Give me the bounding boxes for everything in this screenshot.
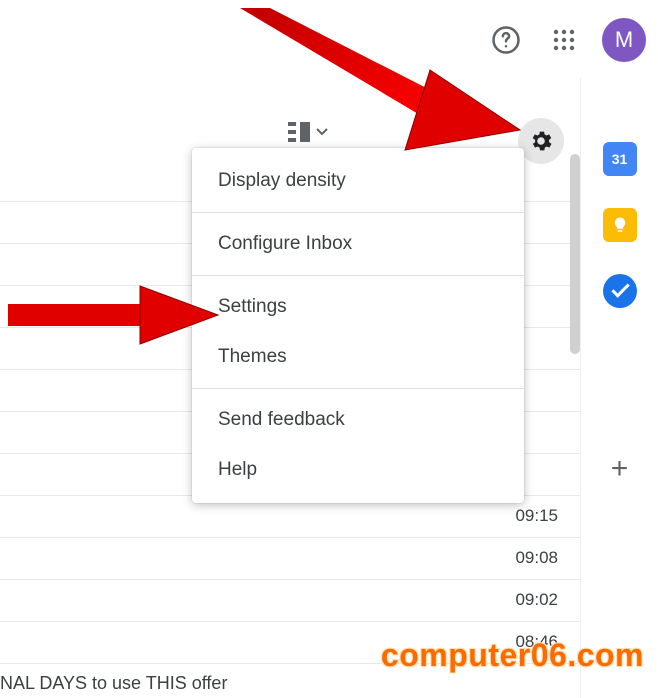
menu-item-send-feedback[interactable]: Send feedback [192, 395, 524, 445]
apps-grid-icon[interactable] [544, 20, 584, 60]
avatar-initial: M [615, 27, 633, 53]
tasks-icon[interactable] [603, 274, 637, 308]
menu-divider [192, 275, 524, 276]
side-panel: 31 + [580, 78, 658, 698]
scrollbar[interactable] [570, 154, 580, 354]
menu-item-display-density[interactable]: Display density [192, 156, 524, 206]
mail-time: 09:15 [515, 506, 558, 526]
calendar-icon[interactable]: 31 [603, 142, 637, 176]
mail-row[interactable]: 09:02 [0, 580, 580, 622]
settings-dropdown-menu: Display density Configure Inbox Settings… [192, 148, 524, 503]
app-header: M [0, 0, 658, 78]
add-panel-icon[interactable]: + [603, 452, 637, 486]
account-avatar[interactable]: M [602, 18, 646, 62]
help-icon[interactable] [486, 20, 526, 60]
menu-item-themes[interactable]: Themes [192, 332, 524, 382]
split-pane-toggle[interactable] [288, 122, 328, 142]
mail-row[interactable]: 09:08 [0, 538, 580, 580]
menu-item-settings[interactable]: Settings [192, 282, 524, 332]
gear-icon [528, 128, 554, 154]
mail-time: 09:02 [515, 590, 558, 610]
watermark-text: computer06.com [381, 637, 644, 674]
keep-icon[interactable] [603, 208, 637, 242]
menu-item-configure-inbox[interactable]: Configure Inbox [192, 219, 524, 269]
settings-gear-button[interactable] [518, 118, 564, 164]
menu-divider [192, 388, 524, 389]
menu-item-help[interactable]: Help [192, 445, 524, 495]
calendar-day-number: 31 [612, 151, 628, 167]
mail-snippet: NAL DAYS to use THIS offer [0, 673, 227, 694]
chevron-down-icon [316, 128, 328, 136]
mail-time: 09:08 [515, 548, 558, 568]
menu-divider [192, 212, 524, 213]
header-actions: M [486, 18, 646, 62]
